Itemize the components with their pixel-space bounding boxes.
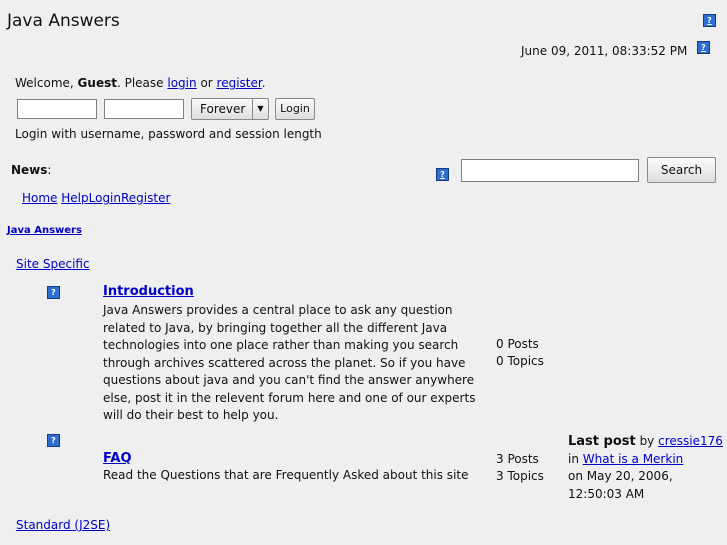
nav-home[interactable]: Home [22, 191, 57, 205]
login-button[interactable]: Login [275, 98, 315, 120]
main-nav: Home HelpLoginRegister [22, 191, 170, 205]
board-faq-stats: 3 Posts 3 Topics [496, 451, 544, 485]
last-post-time: 12:50:03 AM [568, 486, 645, 501]
welcome-line: Welcome, Guest. Please login or register… [15, 76, 266, 90]
last-post-author-link[interactable]: cressie176 [658, 434, 723, 448]
search-button[interactable]: Search [647, 157, 716, 183]
login-link[interactable]: login [167, 76, 196, 90]
description-line: technologies into one place rather than … [103, 338, 459, 352]
last-post-date: on May 20, 2006, [568, 469, 673, 483]
news-label: News [11, 163, 48, 177]
last-post-label: Last post [568, 434, 636, 449]
nav-help[interactable]: Help [61, 191, 88, 205]
dropdown-arrow-icon[interactable]: ▼ [252, 99, 268, 119]
guest-name: Guest [77, 76, 117, 90]
topics-count: 3 Topics [496, 469, 544, 483]
password-input[interactable] [104, 99, 184, 119]
description-line: Java Answers provides a central place to… [103, 303, 453, 317]
by-text: by [639, 434, 655, 448]
description-line: related to Java, by bringing together al… [103, 320, 448, 335]
register-link[interactable]: register [217, 76, 262, 90]
description-line: else, post it in the relevent forum here… [103, 390, 476, 405]
news-colon: : [47, 163, 52, 177]
posts-count: 3 Posts [496, 452, 539, 466]
session-length-select[interactable]: Forever ▼ [191, 98, 269, 120]
welcome-prefix: Welcome, [15, 76, 74, 90]
board-introduction-link[interactable]: Introduction [103, 284, 194, 299]
posts-count: 0 Posts [496, 337, 539, 351]
login-hint: Login with username, password and sessio… [15, 127, 322, 141]
help-icon[interactable]: ? [703, 14, 716, 27]
board-introduction-stats: 0 Posts 0 Topics [496, 336, 544, 370]
category-standard-j2se[interactable]: Standard (J2SE) [16, 518, 110, 532]
nav-login[interactable]: Login [89, 191, 121, 205]
news-heading: News: [11, 163, 51, 177]
board-faq-link[interactable]: FAQ [103, 451, 132, 466]
description-line: will do their best to help you. [103, 408, 279, 422]
or-text: or [200, 76, 213, 90]
category-site-specific[interactable]: Site Specific [16, 257, 90, 271]
board-status-icon: ? [47, 434, 60, 447]
session-length-value: Forever [200, 102, 246, 116]
board-faq-description: Read the Questions that are Frequently A… [103, 468, 469, 482]
description-line: questions about java and you can't find … [103, 373, 475, 387]
last-post-topic-link[interactable]: What is a Merkin [583, 452, 683, 466]
description-line: through archives scattered across the pl… [103, 355, 466, 370]
please-text: . Please [116, 76, 164, 90]
period: . [261, 76, 266, 90]
username-input[interactable] [17, 99, 97, 119]
last-post-info: Last post by cressie176 in What is a Mer… [568, 433, 723, 503]
nav-register[interactable]: Register [121, 191, 170, 205]
current-datetime: June 09, 2011, 08:33:52 PM [521, 44, 688, 58]
help-icon[interactable]: ? [697, 41, 710, 54]
help-icon[interactable]: ? [436, 168, 449, 181]
topics-count: 0 Topics [496, 354, 544, 368]
forum-title-link[interactable]: Java Answers [7, 225, 82, 236]
board-status-icon: ? [47, 286, 60, 299]
board-introduction-description: Java Answers provides a central place to… [103, 302, 475, 425]
page-title: Java Answers [7, 11, 120, 31]
search-input[interactable] [461, 159, 639, 182]
in-text: in [568, 451, 579, 466]
